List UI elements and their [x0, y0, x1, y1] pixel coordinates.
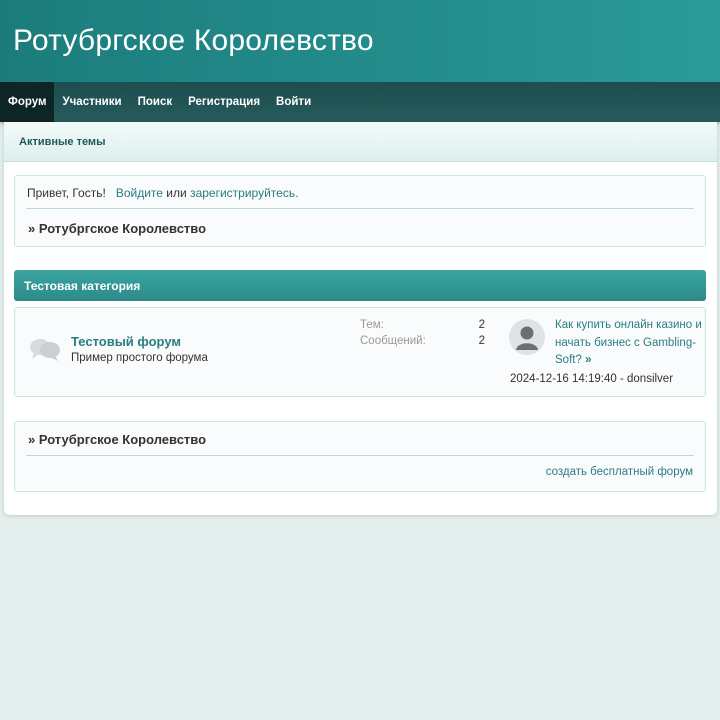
last-post: Как купить онлайн казино и начать бизнес…: [555, 317, 703, 370]
nav-item-login[interactable]: Войти: [268, 82, 319, 122]
nav-item-forum[interactable]: Форум: [0, 82, 55, 122]
nav-item-members[interactable]: Участники: [54, 82, 129, 122]
greeting-text: Привет, Гость!: [27, 186, 106, 200]
active-topics-link[interactable]: Активные темы: [19, 136, 105, 148]
forum-row: Тестовый форум Пример простого форума Те…: [14, 307, 706, 397]
nav-item-register[interactable]: Регистрация: [180, 82, 268, 122]
posts-label: Сообщений:: [360, 335, 426, 347]
topics-label: Тем:: [360, 319, 384, 331]
last-post-meta: 2024-12-16 14:19:40 - donsilver: [510, 373, 674, 385]
main-content: Активные темы Привет, Гость! Войдите или…: [4, 122, 717, 515]
nav-item-search[interactable]: Поиск: [130, 82, 181, 122]
or-text: или: [166, 186, 187, 200]
site-header: Ротубргское Королевство: [0, 0, 720, 82]
login-link[interactable]: Войдите: [116, 186, 163, 200]
posts-count: 2: [478, 335, 485, 347]
register-link[interactable]: зарегистрируйтесь.: [190, 186, 298, 200]
last-post-title-link[interactable]: Как купить онлайн казино и начать бизнес…: [555, 319, 702, 366]
topics-count: 2: [478, 319, 485, 331]
divider: [26, 455, 694, 456]
create-forum-link[interactable]: создать бесплатный форум: [546, 466, 693, 478]
breadcrumb[interactable]: » Ротубргское Королевство: [28, 221, 206, 236]
welcome-line: Привет, Гость! Войдите или зарегистрируй…: [27, 186, 298, 200]
site-title[interactable]: Ротубргское Королевство: [13, 24, 374, 58]
main-nav: Форум Участники Поиск Регистрация Войти: [0, 82, 720, 122]
user-avatar-icon[interactable]: [509, 319, 545, 355]
footer-box: » Ротубргское Королевство создать беспла…: [14, 421, 706, 492]
footer-breadcrumb[interactable]: » Ротубргское Королевство: [28, 432, 206, 447]
forum-description: Пример простого форума: [71, 352, 208, 364]
sub-nav: Активные темы: [4, 122, 717, 162]
welcome-box: Привет, Гость! Войдите или зарегистрируй…: [14, 175, 706, 247]
category-header: Тестовая категория: [14, 270, 706, 301]
last-post-arrow-link[interactable]: »: [585, 354, 591, 366]
divider: [26, 208, 694, 209]
speech-bubbles-icon: [29, 337, 61, 366]
forum-stats: Тем: 2 Сообщений: 2: [360, 319, 485, 351]
category-title[interactable]: Тестовая категория: [24, 279, 140, 293]
forum-title-link[interactable]: Тестовый форум: [71, 334, 181, 349]
